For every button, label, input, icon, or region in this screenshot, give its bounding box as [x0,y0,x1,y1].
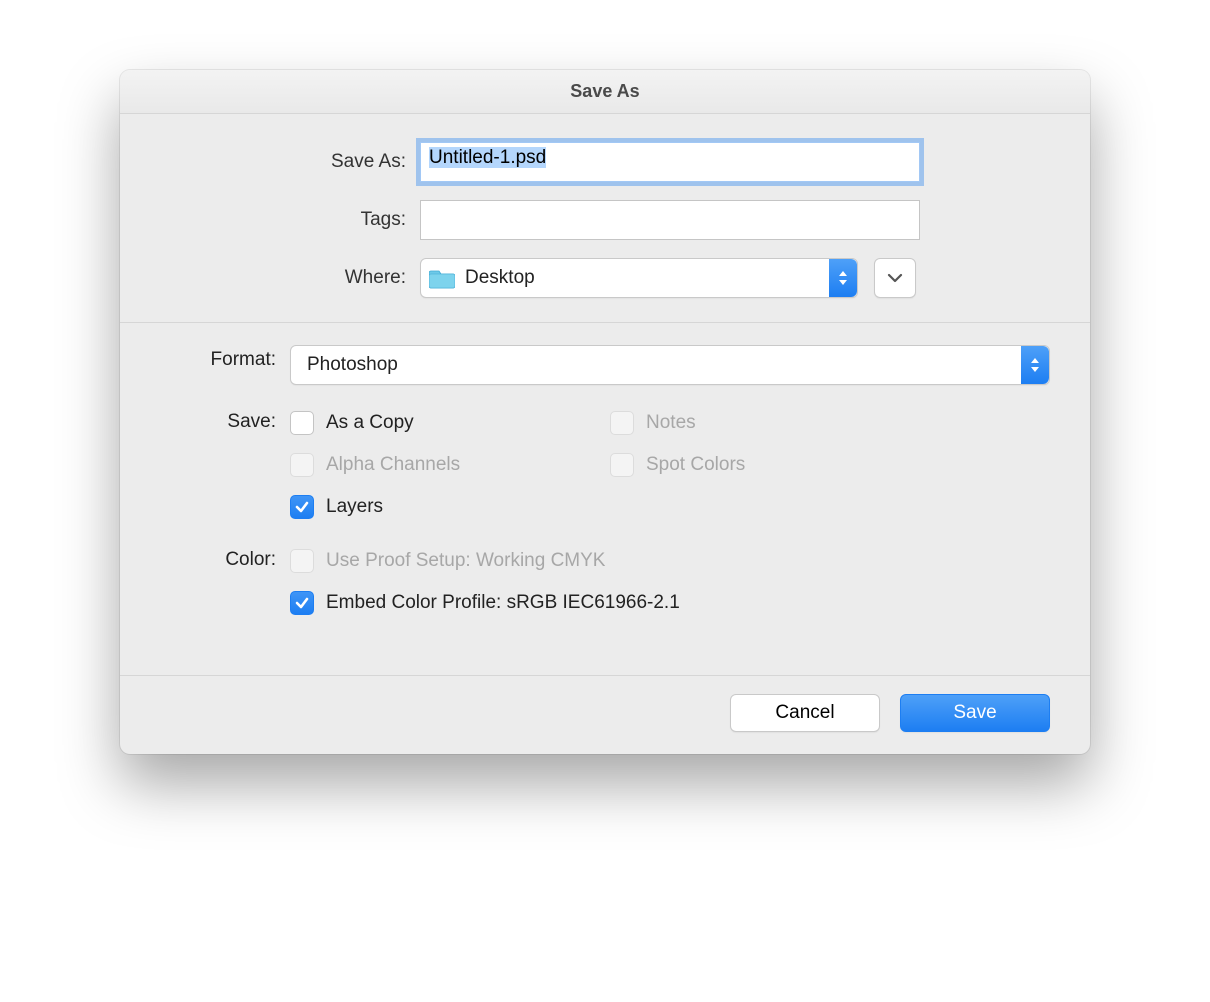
checkbox-checked-icon [290,591,314,615]
expand-button[interactable] [874,258,916,298]
as-a-copy-checkbox[interactable]: As a Copy [290,411,540,435]
file-section: Save As: Untitled-1.psd Tags: Where: [120,114,1090,323]
format-label: Format: [160,345,290,371]
dialog-title: Save As [120,70,1090,114]
where-dropdown[interactable]: Desktop [420,258,858,298]
format-dropdown[interactable]: Photoshop [290,345,1050,385]
updown-icon [1021,346,1049,384]
save-label: Save: [160,407,290,433]
button-bar: Cancel Save [120,676,1090,754]
format-value: Photoshop [307,354,398,376]
tags-label: Tags: [160,209,420,231]
layers-checkbox[interactable]: Layers [290,495,540,519]
checkbox-icon [290,411,314,435]
filename-value: Untitled-1.psd [429,147,546,168]
spot-colors-checkbox: Spot Colors [610,453,860,477]
notes-label: Notes [646,412,696,434]
where-value: Desktop [465,267,535,289]
folder-icon [429,267,455,289]
checkbox-checked-icon [290,495,314,519]
as-a-copy-label: As a Copy [326,412,414,434]
dialog-title-text: Save As [570,81,639,102]
use-proof-setup-label: Use Proof Setup: Working CMYK [326,550,605,572]
checkbox-icon [610,453,634,477]
filename-input[interactable]: Untitled-1.psd [420,142,920,182]
embed-color-profile-checkbox[interactable]: Embed Color Profile: sRGB IEC61966-2.1 [290,591,680,615]
layers-label: Layers [326,496,383,518]
save-as-dialog: Save As Save As: Untitled-1.psd Tags: Wh… [120,70,1090,754]
checkbox-icon [290,453,314,477]
alpha-channels-checkbox: Alpha Channels [290,453,540,477]
save-button-label: Save [953,702,996,724]
notes-checkbox: Notes [610,411,860,435]
cancel-button-label: Cancel [775,702,834,724]
tags-input[interactable] [420,200,920,240]
where-label: Where: [160,267,420,289]
chevron-down-icon [887,273,903,283]
checkbox-icon [610,411,634,435]
cancel-button[interactable]: Cancel [730,694,880,732]
updown-icon [829,259,857,297]
alpha-channels-label: Alpha Channels [326,454,460,476]
spot-colors-label: Spot Colors [646,454,745,476]
checkbox-icon [290,549,314,573]
use-proof-setup-checkbox: Use Proof Setup: Working CMYK [290,549,680,573]
color-label: Color: [160,545,290,571]
save-as-label: Save As: [160,151,420,173]
embed-profile-label: Embed Color Profile: sRGB IEC61966-2.1 [326,592,680,614]
options-section: Format: Photoshop Save: As a Copy [120,323,1090,676]
save-button[interactable]: Save [900,694,1050,732]
